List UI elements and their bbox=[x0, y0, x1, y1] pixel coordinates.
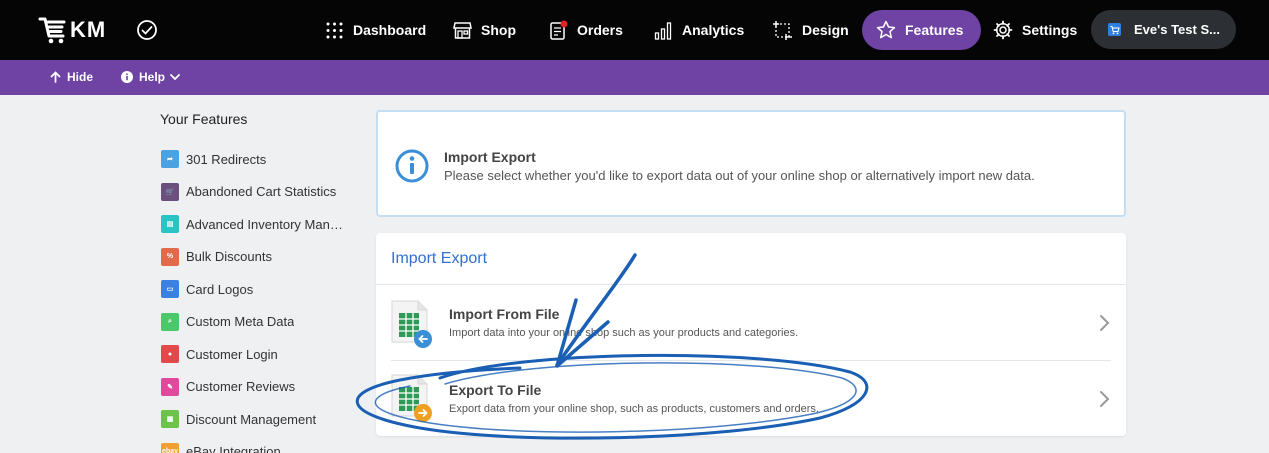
info-circle-icon bbox=[121, 71, 133, 83]
nav-orders[interactable]: Orders bbox=[549, 10, 623, 50]
sidebar-item-301-redirects[interactable]: ➦ 301 Redirects bbox=[161, 143, 351, 176]
nav-settings[interactable]: Settings bbox=[993, 10, 1077, 50]
sidebar-title: Your Features bbox=[160, 111, 248, 127]
ekm-logo[interactable]: KM bbox=[38, 14, 106, 46]
spreadsheet-import-icon bbox=[391, 300, 432, 348]
info-circle-icon bbox=[395, 149, 429, 183]
nav-design[interactable]: Design bbox=[772, 10, 849, 50]
export-description: Export data from your online shop, such … bbox=[449, 403, 819, 415]
top-navigation-bar: KM Dashboard Shop Orders Analytics Desig… bbox=[0, 0, 1269, 60]
sidebar-item-label: 301 Redirects bbox=[186, 151, 267, 167]
sidebar-item-customer-reviews[interactable]: ✎ Customer Reviews bbox=[161, 371, 351, 404]
shop-name: Eve's Test S... bbox=[1134, 22, 1220, 37]
import-description: Import data into your online shop such a… bbox=[449, 327, 799, 339]
nav-dashboard[interactable]: Dashboard bbox=[325, 10, 426, 50]
sidebar-item-label: Customer Login bbox=[186, 346, 278, 362]
sidebar-item-custom-meta-data[interactable]: ⌕ Custom Meta Data bbox=[161, 306, 351, 339]
sidebar-item-bulk-discounts[interactable]: % Bulk Discounts bbox=[161, 241, 351, 274]
bar-chart-icon bbox=[654, 21, 672, 40]
nav-settings-label: Settings bbox=[1022, 22, 1078, 38]
import-from-file-option[interactable]: Import From File Import data into your o… bbox=[376, 285, 1126, 361]
spreadsheet-export-icon bbox=[391, 374, 432, 422]
shop-switcher-button[interactable]: Eve's Test S... bbox=[1091, 10, 1236, 49]
discount-management-icon: ▦ bbox=[161, 410, 179, 429]
storefront-icon bbox=[453, 21, 472, 39]
chevron-down-icon bbox=[170, 74, 180, 81]
gear-icon bbox=[993, 20, 1013, 40]
clipboard-icon bbox=[550, 20, 568, 40]
info-title: Import Export bbox=[444, 149, 536, 165]
sidebar-item-label: Customer Reviews bbox=[186, 379, 296, 395]
sidebar-item-customer-login[interactable]: ● Customer Login bbox=[161, 338, 351, 371]
sidebar-item-label: Advanced Inventory Management bbox=[186, 216, 346, 232]
cart-stats-icon: 🛒 bbox=[161, 182, 179, 201]
export-title: Export To File bbox=[449, 382, 542, 398]
features-sidebar: ➦ 301 Redirects 🛒 Abandoned Cart Statist… bbox=[161, 143, 351, 453]
meta-search-icon: ⌕ bbox=[161, 312, 179, 331]
shop-cart-icon bbox=[1108, 23, 1121, 36]
nav-orders-label: Orders bbox=[577, 22, 623, 38]
nav-shop[interactable]: Shop bbox=[453, 10, 516, 50]
help-dropdown[interactable]: Help bbox=[121, 70, 181, 84]
star-icon bbox=[876, 20, 896, 39]
nav-features[interactable]: Features bbox=[862, 10, 982, 50]
help-label: Help bbox=[139, 70, 166, 84]
info-panel: Import Export Please select whether you'… bbox=[376, 110, 1126, 217]
sidebar-item-label: Discount Management bbox=[186, 411, 317, 427]
inventory-icon: ▤ bbox=[161, 215, 179, 234]
redirect-icon: ➦ bbox=[161, 150, 179, 169]
credit-card-icon: ▭ bbox=[161, 280, 179, 299]
discount-tag-icon: % bbox=[161, 247, 179, 266]
nav-dashboard-label: Dashboard bbox=[353, 22, 427, 38]
sidebar-item-advanced-inventory[interactable]: ▤ Advanced Inventory Management bbox=[161, 208, 351, 241]
sidebar-item-card-logos[interactable]: ▭ Card Logos bbox=[161, 273, 351, 306]
sidebar-item-abandoned-cart[interactable]: 🛒 Abandoned Cart Statistics bbox=[161, 176, 351, 209]
logo-text: KM bbox=[70, 17, 107, 42]
chevron-right-icon bbox=[1100, 391, 1110, 407]
sidebar-item-discount-management[interactable]: ▦ Discount Management bbox=[161, 403, 351, 436]
export-to-file-option[interactable]: Export To File Export data from your onl… bbox=[376, 361, 1126, 437]
arrow-up-icon bbox=[50, 71, 61, 83]
cart-logo-icon bbox=[38, 17, 66, 44]
user-login-icon: ● bbox=[161, 345, 179, 364]
hide-label: Hide bbox=[67, 70, 94, 84]
info-description: Please select whether you'd like to expo… bbox=[444, 168, 1035, 183]
ebay-icon: ebay bbox=[161, 442, 179, 453]
card-title: Import Export bbox=[391, 250, 488, 267]
sidebar-item-label: Abandoned Cart Statistics bbox=[186, 184, 337, 200]
import-export-card: Import Export Import From File Import da… bbox=[376, 233, 1126, 436]
sidebar-item-ebay-integration[interactable]: ebay eBay Integration bbox=[161, 436, 351, 453]
sub-toolbar: Hide Help bbox=[0, 60, 1269, 95]
hide-button[interactable]: Hide bbox=[50, 70, 93, 84]
sidebar-item-label: Card Logos bbox=[186, 281, 254, 297]
review-icon: ✎ bbox=[161, 377, 179, 396]
grid-dots-icon bbox=[326, 22, 343, 38]
nav-design-label: Design bbox=[802, 22, 849, 38]
sidebar-item-label: Custom Meta Data bbox=[186, 314, 295, 330]
check-circle-icon[interactable] bbox=[136, 19, 158, 41]
sidebar-item-label: eBay Integration bbox=[186, 444, 281, 453]
import-title: Import From File bbox=[449, 306, 560, 322]
nav-features-label: Features bbox=[905, 22, 964, 38]
sidebar-item-label: Bulk Discounts bbox=[186, 249, 272, 265]
nav-analytics-label: Analytics bbox=[682, 22, 745, 38]
nav-shop-label: Shop bbox=[481, 22, 516, 38]
design-frame-icon bbox=[773, 20, 792, 40]
chevron-right-icon bbox=[1100, 315, 1110, 331]
nav-analytics[interactable]: Analytics bbox=[654, 10, 744, 50]
